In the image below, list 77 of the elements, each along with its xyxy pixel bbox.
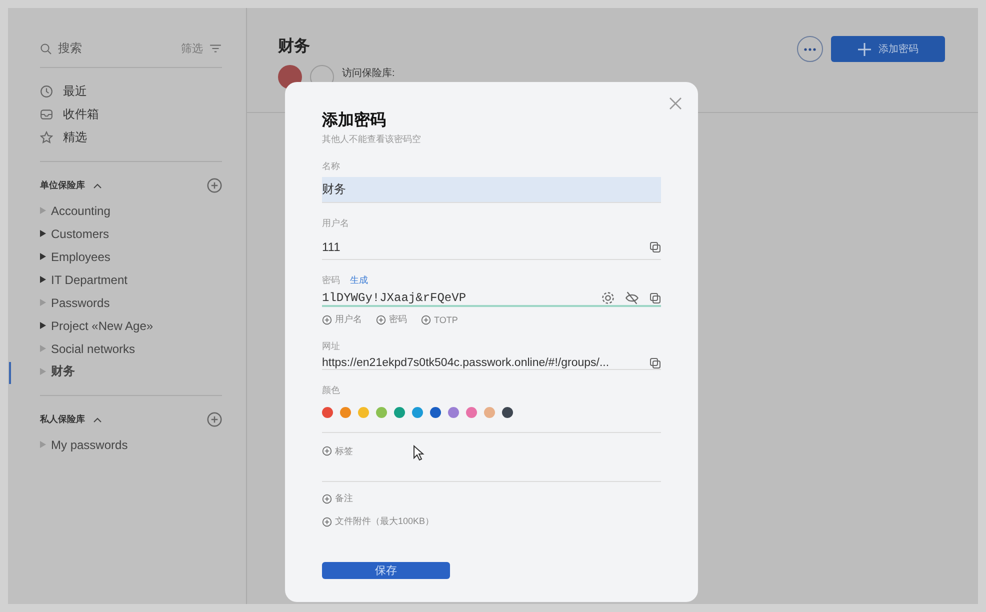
add-field-link[interactable]: TOTP (421, 313, 458, 326)
access-label: 访问保险库: (342, 66, 395, 80)
star-icon (40, 131, 53, 144)
expand-arrow-icon[interactable] (40, 322, 46, 329)
vault-item[interactable]: My passwords (40, 433, 222, 456)
add-icon (207, 412, 222, 427)
search-icon (40, 42, 52, 54)
field-label: 名称 (322, 160, 340, 173)
color-swatch[interactable] (448, 407, 459, 418)
vault-item[interactable]: Project «New Age» (40, 314, 222, 337)
url-field[interactable]: https://en21ekpd7s0tk504c.passwork.online/#!/groups/... (322, 357, 661, 370)
search-field[interactable]: 搜索 (58, 40, 175, 57)
save-button[interactable]: 保存 (322, 562, 450, 579)
eye-off-icon (625, 291, 639, 305)
chevron-icon[interactable] (93, 416, 102, 422)
password-field[interactable]: 1lDYWGy!JXaaj&rFQeVP (322, 291, 661, 307)
gear-icon (601, 291, 615, 305)
add-field-link[interactable]: 用户名 (322, 313, 362, 326)
input-field[interactable]: 财务 (322, 177, 661, 203)
plus-icon (858, 42, 870, 56)
plus-icon (376, 314, 386, 324)
plus-icon (421, 314, 431, 324)
color-swatch[interactable] (322, 407, 333, 418)
plus-icon (322, 516, 332, 526)
color-swatch[interactable] (430, 407, 441, 418)
color-swatch[interactable] (484, 407, 495, 418)
nav-item[interactable]: 精选 (40, 128, 222, 147)
section-title: 单位保险库 (40, 179, 85, 192)
vault-item[interactable]: Social networks (40, 337, 222, 360)
add-password-button[interactable]: 添加密码 (831, 36, 945, 62)
section-title: 私人保险库 (40, 413, 85, 426)
vault-item[interactable]: IT Department (40, 268, 222, 291)
add-icon (207, 178, 222, 193)
color-swatch[interactable] (412, 407, 423, 418)
color-swatch[interactable] (466, 407, 477, 418)
color-swatch[interactable] (376, 407, 387, 418)
more-button[interactable] (797, 36, 823, 62)
vault-item[interactable]: Accounting (40, 199, 222, 222)
copy-icon (649, 292, 661, 304)
plus-icon (322, 314, 332, 324)
plus-icon (322, 494, 332, 504)
add-note-link[interactable]: 备注 (322, 492, 353, 505)
more-icon (804, 48, 816, 50)
clock-icon (40, 85, 53, 98)
copy-icon (649, 240, 661, 252)
field-label: 密码 (322, 274, 340, 287)
expand-arrow-icon[interactable] (40, 276, 46, 283)
nav-item[interactable]: 收件箱 (40, 105, 222, 124)
add-field-link[interactable]: 密码 (376, 313, 407, 326)
inbox-icon (40, 108, 53, 121)
copy-icon (649, 357, 661, 369)
color-swatch[interactable] (358, 407, 369, 418)
vault-item[interactable]: Employees (40, 245, 222, 268)
vault-item[interactable]: Passwords (40, 291, 222, 314)
field-label: 网址 (322, 340, 340, 353)
add-tag-link[interactable]: 标签 (322, 441, 353, 461)
cursor-icon (413, 445, 425, 461)
chevron-icon[interactable] (93, 182, 102, 188)
page-title: 财务 (278, 36, 311, 57)
dialog-subtitle: 其他人不能查看该密码空 (322, 133, 422, 146)
color-swatch[interactable] (502, 407, 513, 418)
nav-item[interactable]: 最近 (40, 82, 222, 101)
input-field[interactable]: 111 (322, 234, 661, 260)
close-icon (669, 97, 682, 110)
dialog-title: 添加密码 (322, 110, 387, 131)
field-label: 颜色 (322, 384, 340, 397)
add-attachment-link[interactable]: 文件附件（最大100KB） (322, 515, 434, 528)
color-swatch[interactable] (340, 407, 351, 418)
vault-item[interactable]: 财务 (40, 360, 222, 383)
generate-link[interactable]: 生成 (350, 274, 368, 287)
expand-arrow-icon[interactable] (40, 230, 46, 237)
color-swatch[interactable] (394, 407, 405, 418)
plus-icon (322, 446, 332, 456)
expand-arrow-icon[interactable] (40, 253, 46, 260)
filter-icon (209, 42, 222, 55)
field-label: 用户名 (322, 217, 349, 230)
vault-item[interactable]: Customers (40, 222, 222, 245)
